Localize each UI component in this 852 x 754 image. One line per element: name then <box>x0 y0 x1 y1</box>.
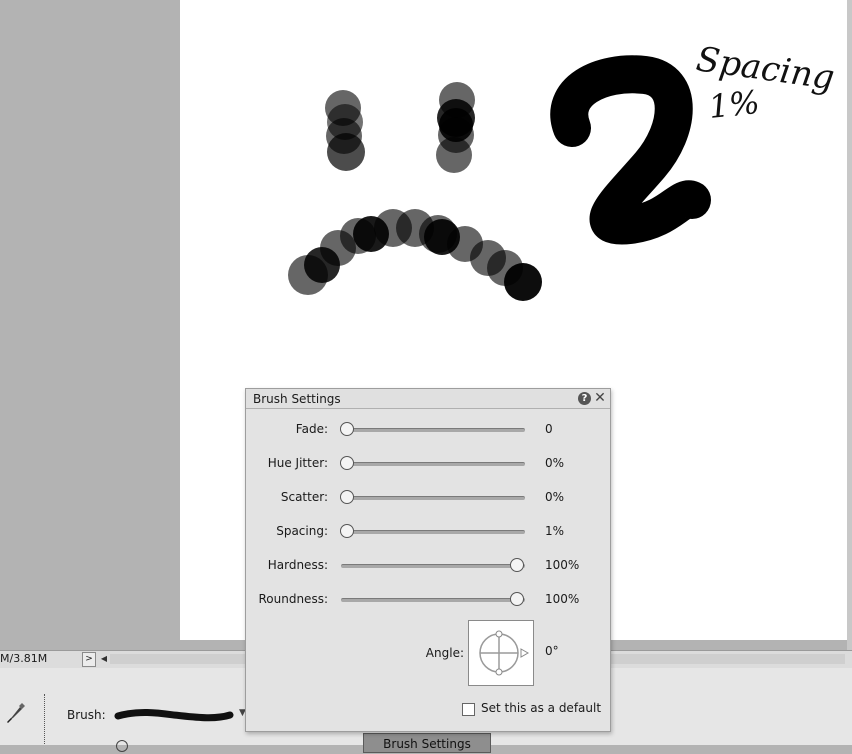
doc-size-readout: M/3.81M <box>0 652 48 665</box>
hardness-slider-thumb[interactable] <box>510 558 524 572</box>
fade-slider-track[interactable] <box>341 428 525 432</box>
roundness-slider-thumb[interactable] <box>510 592 524 606</box>
brush-size-circle-icon[interactable] <box>116 740 128 752</box>
brush-preview[interactable] <box>114 704 234 726</box>
brush-settings-button[interactable]: Brush Settings <box>363 733 491 753</box>
slider-value: 100% <box>545 592 580 606</box>
roundness-slider-track[interactable] <box>341 598 525 602</box>
right-eye-stroke <box>436 82 475 173</box>
hardness-slider-track[interactable] <box>341 564 525 568</box>
scatter-slider-thumb[interactable] <box>340 490 354 504</box>
slider-label: Roundness: <box>258 592 328 606</box>
vertical-scrollbar[interactable] <box>847 0 852 650</box>
annotation-line2: 1% <box>707 83 761 126</box>
slider-row-spacing: Spacing: 1% <box>246 521 610 541</box>
left-eye-stroke <box>325 90 365 171</box>
angle-crosshair-icon <box>479 630 530 676</box>
slider-label: Hue Jitter: <box>267 456 328 470</box>
s-curve-stroke <box>550 55 711 245</box>
slider-label: Spacing: <box>276 524 328 538</box>
slider-value: 0% <box>545 490 565 504</box>
brush-tool-icon[interactable] <box>4 702 26 724</box>
slider-value: 0% <box>545 456 565 470</box>
slider-row-roundness: Roundness: 100% <box>246 589 610 609</box>
angle-label: Angle: <box>425 646 464 660</box>
slider-label: Fade: <box>295 422 328 436</box>
hue-jitter-slider-track[interactable] <box>341 462 525 466</box>
panel-titlebar[interactable]: Brush Settings ? ✕ <box>246 389 610 409</box>
brush-label: Brush: <box>67 708 106 722</box>
slider-value: 0 <box>545 422 553 436</box>
spacing-slider-track[interactable] <box>341 530 525 534</box>
toolbar-separator <box>44 694 45 744</box>
scatter-slider-track[interactable] <box>341 496 525 500</box>
panel-title: Brush Settings <box>253 392 341 406</box>
set-default-checkbox[interactable] <box>462 703 475 716</box>
brush-settings-panel: Brush Settings ? ✕ Fade: 0 Hue Jitter: 0… <box>245 388 611 732</box>
slider-row-hardness: Hardness: 100% <box>246 555 610 575</box>
hue-jitter-slider-thumb[interactable] <box>340 456 354 470</box>
slider-label: Scatter: <box>280 490 328 504</box>
slider-row-fade: Fade: 0 <box>246 419 610 439</box>
status-menu-arrow-icon[interactable]: > <box>82 652 96 667</box>
angle-dial[interactable] <box>468 620 534 686</box>
mouth-stroke <box>288 209 542 301</box>
slider-value: 100% <box>545 558 580 572</box>
help-icon[interactable]: ? <box>578 392 591 405</box>
fade-slider-thumb[interactable] <box>340 422 354 436</box>
slider-row-scatter: Scatter: 0% <box>246 487 610 507</box>
slider-value: 1% <box>545 524 565 538</box>
scroll-left-icon[interactable]: ◀ <box>100 653 108 665</box>
spacing-slider-thumb[interactable] <box>340 524 354 538</box>
slider-label: Hardness: <box>267 558 328 572</box>
slider-row-hue-jitter: Hue Jitter: 0% <box>246 453 610 473</box>
close-icon[interactable]: ✕ <box>593 390 607 406</box>
set-default-label[interactable]: Set this as a default <box>481 701 601 715</box>
angle-value: 0° <box>545 644 559 658</box>
